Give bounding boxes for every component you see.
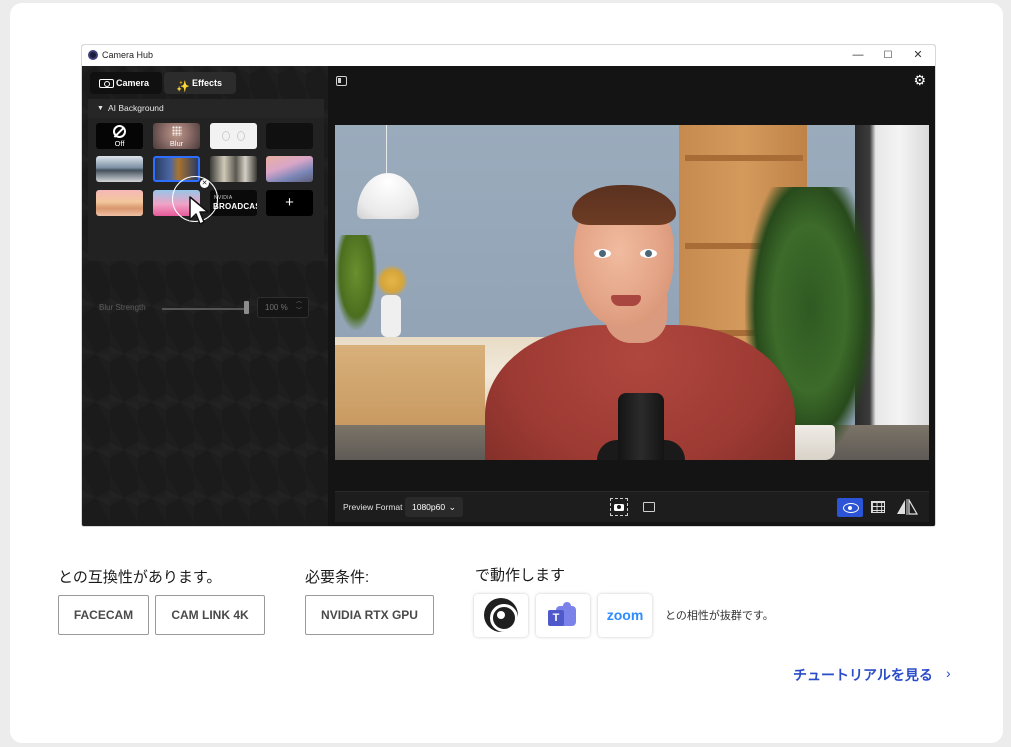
close-button[interactable]: ✕ — [903, 45, 933, 66]
microsoft-teams-icon: T — [548, 602, 578, 630]
left-panel: Camera ✨ Effects ▼ AI Background Off Blu… — [82, 66, 328, 526]
background-tile-light[interactable] — [210, 123, 257, 149]
mirror-flip-icon[interactable] — [895, 499, 919, 515]
tutorial-link[interactable]: チュートリアルを見る — [793, 665, 933, 685]
requirements-title: 必要条件: — [305, 569, 370, 586]
camera-hub-window: Camera Hub — ☐ ✕ Camera ✨ Effects ▼ AI B… — [82, 45, 935, 526]
tile-label: Off — [114, 139, 125, 148]
folder-icon[interactable] — [643, 502, 655, 512]
blur-strength-fill — [162, 308, 248, 310]
zoom-icon: zoom — [606, 607, 644, 623]
microsoft-teams-tile[interactable]: T — [536, 594, 590, 637]
grid-overlay-icon[interactable] — [871, 501, 885, 513]
preview-area: ⚙ Preview Format 1080p60 ⌄ — [328, 66, 935, 526]
background-tile-pink-room[interactable] — [96, 190, 143, 216]
background-tile-grid: Off Blur NVIDIA BROADCAST + ✕ — [88, 118, 324, 261]
background-tile-blur[interactable]: Blur — [153, 123, 200, 149]
compat-facecam-button[interactable]: FACECAM — [58, 595, 149, 635]
background-tile-loft[interactable] — [210, 156, 257, 182]
background-tile-off[interactable]: Off — [96, 123, 143, 149]
compat-camlink-button[interactable]: CAM LINK 4K — [155, 595, 265, 635]
preview-format-value: 1080p60 — [412, 502, 446, 512]
title-bar: Camera Hub — ☐ ✕ — [82, 45, 935, 66]
broadcast-text: BROADCAST — [213, 202, 257, 211]
mouse-pointer-icon — [189, 196, 209, 225]
compatibility-note: との相性が抜群です。 — [665, 610, 774, 622]
requirement-rtx-gpu-button[interactable]: NVIDIA RTX GPU — [305, 595, 434, 635]
blur-strength-stepper-icon[interactable]: ︿ ﹀ — [296, 298, 302, 316]
snapshot-camera-icon[interactable] — [610, 498, 628, 516]
blur-strength-slider[interactable] — [162, 308, 248, 310]
tab-bar: Camera ✨ Effects — [90, 72, 236, 94]
blur-strength-label: Blur Strength — [99, 303, 146, 312]
microphone — [618, 393, 664, 460]
ai-background-title: AI Background — [108, 103, 164, 113]
minimize-button[interactable]: — — [843, 45, 873, 66]
settings-gear-icon[interactable]: ⚙ — [913, 72, 926, 89]
background-tile-dark[interactable] — [266, 123, 313, 149]
blur-icon — [172, 126, 182, 136]
obs-studio-icon — [484, 598, 518, 632]
toggle-panel-icon[interactable] — [336, 76, 347, 86]
app-logo-icon — [88, 50, 98, 60]
preview-eye-icon[interactable] — [837, 498, 863, 517]
collapse-triangle-icon: ▼ — [97, 105, 104, 112]
preview-format-select[interactable]: 1080p60 ⌄ — [405, 497, 463, 517]
tab-camera-label: Camera — [116, 78, 150, 88]
remove-tile-icon[interactable]: ✕ — [200, 179, 209, 188]
chevron-right-icon[interactable]: › — [946, 665, 951, 681]
works-with-title: で動作します — [475, 567, 566, 584]
magic-wand-icon: ✨ — [176, 81, 190, 93]
ai-background-section-header[interactable]: ▼ AI Background — [88, 99, 324, 118]
camera-icon — [99, 79, 114, 88]
blur-strength-handle[interactable] — [244, 301, 249, 314]
compatibility-title: との互換性があります。 — [58, 569, 222, 586]
preview-toolbar: Preview Format 1080p60 ⌄ — [335, 491, 929, 522]
camera-preview — [335, 125, 929, 460]
obs-studio-tile[interactable] — [474, 594, 528, 637]
add-background-button[interactable]: + — [266, 190, 313, 216]
tile-label: Blur — [169, 139, 184, 148]
zoom-tile[interactable]: zoom — [598, 594, 652, 637]
preview-format-label: Preview Format — [343, 502, 403, 512]
background-tile-city[interactable] — [266, 156, 313, 182]
background-tile-office[interactable] — [96, 156, 143, 182]
tab-effects[interactable]: ✨ Effects — [164, 72, 236, 94]
off-icon — [113, 125, 126, 138]
chevron-down-icon: ⌄ — [448, 502, 456, 512]
maximize-button[interactable]: ☐ — [873, 45, 903, 66]
window-title: Camera Hub — [102, 50, 154, 60]
tab-camera[interactable]: Camera — [90, 72, 162, 94]
tab-effects-label: Effects — [192, 78, 223, 88]
